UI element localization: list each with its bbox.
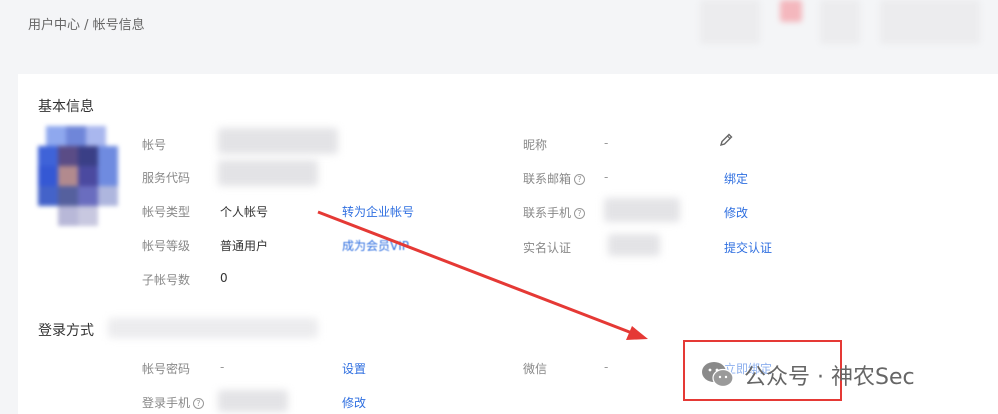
annotation-arrow: [317, 210, 648, 340]
watermark-text: 公众号 · 神农Sec: [744, 365, 915, 390]
watermark: 公众号 · 神农Sec: [700, 358, 915, 392]
wechat-icon: [702, 362, 734, 388]
